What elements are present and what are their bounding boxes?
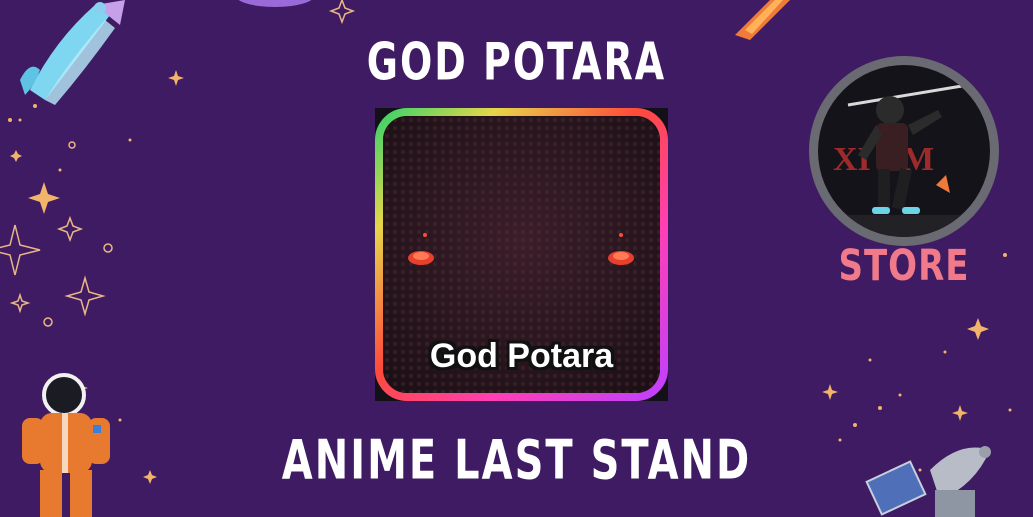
item-card: God Potara bbox=[375, 108, 668, 401]
game-title: ANIME LAST STAND bbox=[281, 429, 752, 493]
store-logo-icon: XI AM bbox=[818, 65, 990, 237]
store-label: STORE bbox=[838, 241, 970, 291]
item-inner: God Potara bbox=[382, 115, 661, 394]
planet-icon bbox=[238, 0, 312, 7]
item-name: God Potara bbox=[429, 337, 614, 375]
store-badge: XI AM bbox=[809, 56, 999, 246]
